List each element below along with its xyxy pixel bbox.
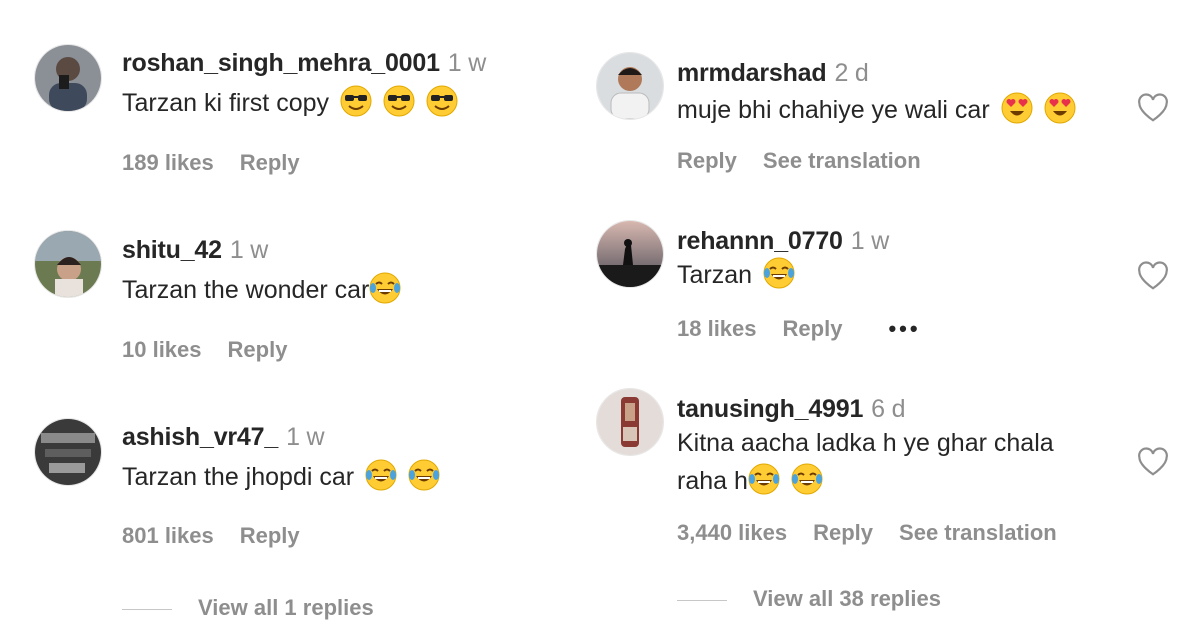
like-heart-icon[interactable] (1136, 447, 1170, 477)
divider-line (677, 599, 727, 601)
comment-actions: 18 likes Reply ••• (677, 316, 947, 342)
avatar[interactable] (596, 388, 664, 456)
comment-text: Tarzan the jhopdi car (122, 458, 440, 502)
comment-username[interactable]: roshan_singh_mehra_0001 1 w (122, 49, 486, 78)
comment-timestamp: 1 w (229, 236, 269, 264)
comment-username[interactable]: ashish_vr47_ 1 w (122, 423, 325, 452)
view-all-replies-button[interactable]: View all 38 replies (677, 586, 941, 612)
comment-actions: Reply See translation (677, 148, 947, 174)
tears-of-joy-emoji (791, 463, 823, 506)
likes-count[interactable]: 18 likes (677, 316, 757, 341)
avatar[interactable] (34, 44, 102, 112)
comment-timestamp: 1 w (447, 49, 487, 77)
tears-of-joy-emoji (763, 257, 795, 300)
comment-username[interactable]: mrmdarshad 2 d (677, 59, 869, 88)
smiling-sunglasses-emoji (383, 85, 415, 128)
likes-count[interactable]: 10 likes (122, 337, 202, 362)
comment-text-line-1: Kitna aacha ladka h ye ghar chala (677, 429, 1054, 457)
see-translation-button[interactable]: See translation (763, 148, 921, 173)
more-options-icon[interactable]: ••• (888, 316, 920, 341)
comment-actions: 10 likes Reply (122, 337, 313, 363)
comment-timestamp: 2 d (834, 59, 869, 87)
see-translation-button[interactable]: See translation (899, 520, 1057, 545)
smiling-sunglasses-emoji (426, 85, 458, 128)
comment-username[interactable]: tanusingh_4991 6 d (677, 395, 906, 424)
comment-text: muje bhi chahiye ye wali car (677, 91, 1076, 135)
tears-of-joy-emoji (365, 459, 397, 502)
comment-text: Tarzan (677, 256, 795, 300)
tears-of-joy-emoji (408, 459, 440, 502)
like-heart-icon[interactable] (1136, 261, 1170, 291)
reply-button[interactable]: Reply (228, 337, 288, 362)
reply-button[interactable]: Reply (240, 150, 300, 175)
reply-button[interactable]: Reply (240, 523, 300, 548)
comment-username[interactable]: shitu_42 1 w (122, 236, 268, 265)
heart-eyes-emoji (1044, 92, 1076, 135)
avatar[interactable] (34, 230, 102, 298)
tears-of-joy-emoji (748, 463, 780, 506)
comment-text: Tarzan ki first copy (122, 84, 458, 128)
avatar[interactable] (596, 220, 664, 288)
divider-line (122, 608, 172, 610)
likes-count[interactable]: 801 likes (122, 523, 214, 548)
comment-timestamp: 1 w (850, 227, 890, 255)
comment-actions: 3,440 likes Reply See translation (677, 520, 1083, 546)
heart-eyes-emoji (1001, 92, 1033, 135)
reply-button[interactable]: Reply (813, 520, 873, 545)
avatar[interactable] (596, 52, 664, 120)
reply-button[interactable]: Reply (677, 148, 737, 173)
comment-timestamp: 1 w (286, 423, 325, 451)
like-heart-icon[interactable] (1136, 93, 1170, 123)
likes-count[interactable]: 189 likes (122, 150, 214, 175)
tears-of-joy-emoji (369, 272, 401, 315)
comment-actions: 189 likes Reply (122, 150, 326, 176)
comment-actions: 801 likes Reply (122, 523, 326, 549)
comment-text: Tarzan the wonder car (122, 271, 401, 315)
comment-text-line-2: raha h (677, 462, 823, 506)
view-all-replies-button[interactable]: View all 1 replies (122, 595, 374, 621)
comment-timestamp: 6 d (871, 395, 906, 423)
avatar[interactable] (34, 418, 102, 486)
comment-username[interactable]: rehannn_0770 1 w (677, 227, 889, 256)
smiling-sunglasses-emoji (340, 85, 372, 128)
likes-count[interactable]: 3,440 likes (677, 520, 787, 545)
reply-button[interactable]: Reply (783, 316, 843, 341)
